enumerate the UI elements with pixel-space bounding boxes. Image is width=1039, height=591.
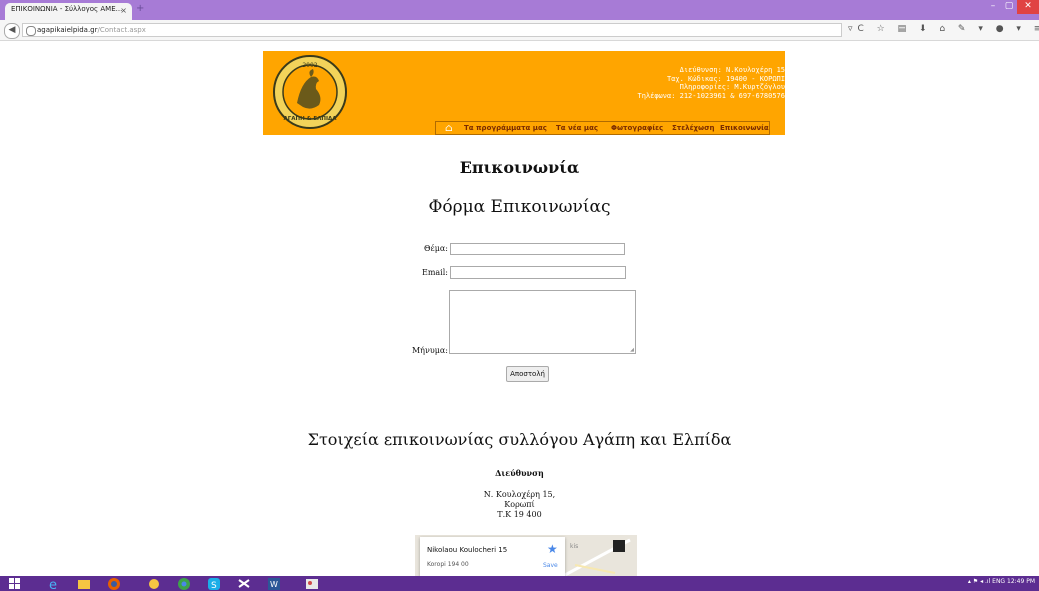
taskbar: e S W ▴ ⚑ ◂ .ıl ENG 12:49 PM (0, 576, 1039, 591)
contact-info: Διεύθυνση: Ν.Κουλοχέρη 15 Ταχ. Κώδικας: … (637, 66, 785, 100)
browser-titlebar: ΕΠΙΚΟΙΝΩΝΙΑ - Σύλλογος ΑΜΕ... × + – ▢ ✕ (0, 0, 1039, 20)
windows-start-icon[interactable] (8, 577, 22, 590)
menu-item-news[interactable]: Τα νέα μας (556, 124, 598, 132)
main-menu: ⌂ Τα προγράμματα μας Τα νέα μας Φωτογραφ… (435, 121, 770, 135)
window-controls: – ▢ ✕ (985, 0, 1039, 14)
address-heading: Διεύθυνση (495, 468, 544, 478)
address-block: Ν. Κουλοχέρη 15, Κορωπί Τ.Κ 19 400 (0, 490, 1039, 520)
header-phones: Τηλέφωνα: 212-1023961 & 697-6780576 (637, 91, 785, 100)
firefox-icon[interactable] (107, 577, 121, 590)
embedded-map[interactable]: Nikolaou Koulocheri 15 Koropi 194 00 ★ S… (415, 535, 637, 576)
association-logo-icon[interactable]: 2002 ΑΓΑΠΗ & ΕΛΠΙΔΑ (271, 53, 349, 131)
menu-item-contact[interactable]: Επικοινωνία (720, 124, 769, 132)
map-place-area: Koropi 194 00 (427, 561, 469, 568)
address-bar[interactable]: agapikaielpida.gr/Contact.aspx (22, 23, 842, 37)
header-address: Διεύθυνση: Ν.Κουλοχέρη 15 (679, 66, 785, 74)
header-info: Πληροφορίες: Μ.Κυρτζόγλου (679, 83, 785, 91)
page-title: Επικοινωνία (459, 158, 580, 177)
logo-year: 2002 (302, 62, 317, 69)
svg-text:S: S (211, 581, 217, 590)
system-tray[interactable]: ▴ ⚑ ◂ .ıl ENG 12:49 PM (968, 578, 1035, 585)
minimize-icon[interactable]: – (985, 0, 1001, 14)
svg-text:W: W (270, 580, 278, 589)
browser-tab[interactable]: ΕΠΙΚΟΙΝΩΝΙΑ - Σύλλογος ΑΜΕ... × (5, 3, 132, 20)
message-textarea[interactable]: ◢ (449, 290, 636, 354)
contact-details-title: Στοιχεία επικοινωνίας συλλόγου Αγάπη και… (307, 430, 732, 449)
address-line: Κορωπί (504, 500, 535, 509)
weather-icon[interactable] (147, 577, 161, 590)
home-icon[interactable]: ⌂ (445, 123, 453, 134)
url-host: agapikaielpida.gr (37, 26, 98, 34)
tray-icons[interactable]: ▴ ⚑ ◂ .ıl ENG (968, 578, 1005, 585)
browser-navbar: ◀ agapikaielpida.gr/Contact.aspx ▿C ☆ ▤ … (0, 20, 1039, 41)
submit-button[interactable]: Αποστολή (506, 366, 549, 382)
subject-label: Θέμα: (424, 244, 448, 253)
subject-input[interactable] (450, 243, 625, 255)
email-input[interactable] (450, 266, 626, 279)
maximize-icon[interactable]: ▢ (1001, 0, 1017, 14)
tab-close-icon[interactable]: × (120, 6, 127, 15)
toolbar-icons[interactable]: ▿C ☆ ▤ ⬇ ⌂ ✎ ▾ ● ▾ ≡ (848, 24, 1039, 34)
new-tab-button[interactable]: + (136, 3, 144, 14)
message-label: Μήνυμα: (411, 346, 448, 355)
header-postal: Ταχ. Κώδικας: 19400 - ΚΟΡΩΠΙ (666, 74, 785, 83)
star-icon[interactable]: ★ (547, 542, 558, 556)
visual-studio-icon[interactable] (237, 577, 251, 590)
chrome-icon[interactable] (177, 577, 191, 590)
internet-explorer-icon[interactable]: e (47, 577, 61, 590)
map-save-link[interactable]: Save (543, 562, 558, 569)
file-explorer-icon[interactable] (77, 577, 91, 590)
menu-item-programs[interactable]: Τα προγράμματα μας (464, 124, 547, 132)
back-button[interactable]: ◀ (4, 23, 20, 39)
svg-text:e: e (49, 578, 57, 590)
logo-name: ΑΓΑΠΗ & ΕΛΠΙΔΑ (283, 116, 337, 122)
word-icon[interactable]: W (267, 577, 281, 590)
map-place-name: Nikolaou Koulocheri 15 (427, 546, 508, 554)
menu-item-staff[interactable]: Στελέχωση (672, 124, 715, 132)
map-thumbnail[interactable] (613, 540, 625, 552)
menu-item-photos[interactable]: Φωτογραφίες (611, 124, 663, 132)
address-line: Τ.Κ 19 400 (497, 510, 542, 519)
clock[interactable]: 12:49 PM (1007, 578, 1035, 585)
address-line: Ν. Κουλοχέρη 15, (483, 490, 556, 499)
map-place-card[interactable]: Nikolaou Koulocheri 15 Koropi 194 00 ★ S… (420, 537, 565, 576)
globe-icon (26, 26, 36, 36)
resize-handle-icon[interactable]: ◢ (630, 347, 634, 353)
email-label: Email: (421, 268, 448, 277)
close-window-icon[interactable]: ✕ (1017, 0, 1039, 14)
paint-icon[interactable] (305, 577, 319, 590)
url-path: /Contact.aspx (97, 26, 146, 34)
form-title: Φόρμα Επικοινωνίας (428, 197, 611, 217)
tab-title: ΕΠΙΚΟΙΝΩΝΙΑ - Σύλλογος ΑΜΕ... (11, 5, 123, 13)
map-label: kis (570, 543, 579, 550)
skype-icon[interactable]: S (207, 577, 221, 590)
